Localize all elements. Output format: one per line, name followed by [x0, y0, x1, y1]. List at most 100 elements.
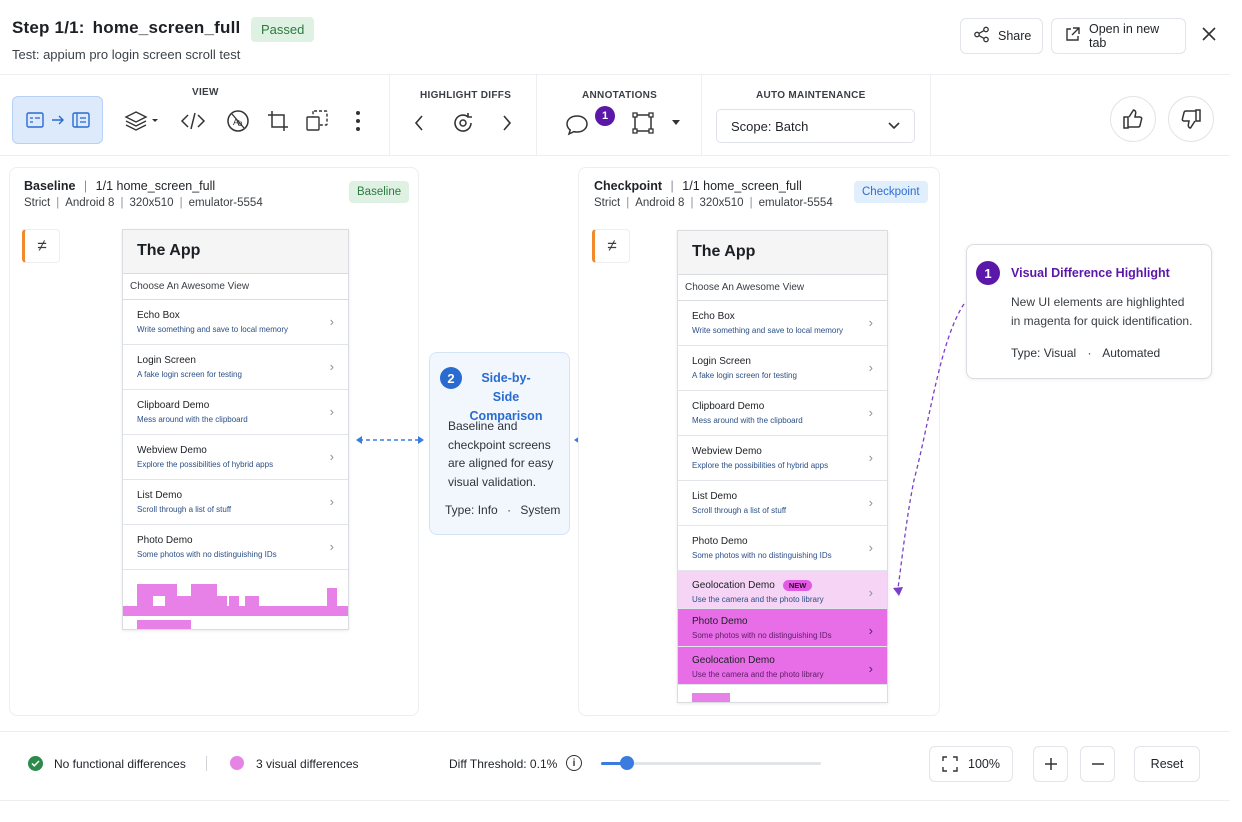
list-item-subtitle: Mess around with the clipboard	[692, 416, 803, 425]
more-vertical-icon	[356, 111, 360, 131]
checkpoint-meta: Strict | Android 8 | 320x510 | emulator-5554	[594, 197, 833, 209]
app-title: The App	[123, 230, 348, 274]
meta-device: emulator-5554	[188, 197, 263, 209]
app-title: The App	[678, 231, 887, 275]
zoom-in-button[interactable]	[1033, 746, 1068, 782]
share-icon	[973, 26, 990, 46]
previous-diff-button[interactable]	[405, 109, 433, 137]
zoom-fit-button[interactable]: 100%	[929, 746, 1013, 782]
list-item-title: Webview Demo	[692, 446, 762, 457]
chevron-left-icon	[414, 115, 423, 131]
baseline-path: 1/1 home_screen_full	[95, 179, 216, 193]
not-equal-indicator[interactable]: ≠	[592, 229, 630, 263]
list-item: Photo Demo Some photos with no distinguis…	[678, 526, 887, 571]
diff-region	[229, 596, 239, 606]
text-diff-button[interactable]: Ab	[224, 107, 252, 135]
thumbs-down-icon	[1181, 109, 1201, 129]
chevron-right-icon: ›	[868, 450, 873, 465]
thumbs-down-button[interactable]	[1168, 96, 1214, 142]
layers-dropdown-button[interactable]	[122, 107, 162, 135]
list-item-title: Clipboard Demo	[692, 401, 765, 412]
type-source: Automated	[1102, 346, 1161, 360]
callout-body: Baseline and checkpoint screens are alig…	[448, 417, 553, 491]
app-subtitle: Choose An Awesome View	[123, 274, 348, 300]
toolbar-divider	[389, 74, 390, 156]
list-item-subtitle: Use the camera and the photo library	[692, 670, 824, 679]
open-new-tab-label: Open in new tab	[1089, 22, 1160, 50]
type-label: Type:	[445, 503, 475, 517]
scope-select[interactable]: Scope: Batch	[716, 109, 915, 143]
reset-button[interactable]: Reset	[1134, 746, 1200, 782]
diff-region	[123, 606, 348, 616]
not-equal-icon: ≠	[37, 236, 47, 255]
footer-divider	[206, 756, 207, 771]
more-options-button[interactable]	[344, 107, 372, 135]
list-item-subtitle: Explore the possibilities of hybrid apps	[137, 460, 274, 469]
arrow-right-icon	[51, 115, 64, 125]
view-section-label: VIEW	[192, 87, 219, 98]
list-item-subtitle: Write something and save to local memory	[137, 325, 289, 334]
external-link-icon	[1064, 26, 1081, 46]
diff-region	[137, 620, 191, 629]
threshold-slider[interactable]	[601, 756, 821, 770]
annotation-body-line: in magenta for quick identification.	[1011, 314, 1193, 328]
visual-diff-dot-icon	[230, 756, 244, 770]
comment-button[interactable]	[563, 111, 591, 139]
callout-title-line: Side-by-Side	[481, 371, 531, 404]
baseline-header: Baseline | 1/1 home_screen_full	[24, 179, 216, 193]
not-equal-icon: ≠	[607, 236, 617, 255]
checkpoint-tag: Checkpoint	[854, 181, 928, 203]
chevron-right-icon: ›	[329, 314, 334, 329]
not-equal-indicator[interactable]: ≠	[22, 229, 60, 263]
chevron-right-icon: ›	[868, 585, 873, 600]
region-select-button[interactable]	[303, 107, 331, 135]
list-item-title: List Demo	[137, 490, 183, 501]
annotations-label: ANNOTATIONS	[582, 90, 658, 101]
share-button[interactable]: Share	[960, 18, 1043, 54]
list-item-new: Geolocation Demo NEW Use the camera and th…	[678, 571, 887, 609]
annotation-dropdown-button[interactable]	[663, 109, 689, 137]
open-new-tab-button[interactable]: Open in new tab	[1051, 18, 1186, 54]
list-item-subtitle: Scroll through a list of stuff	[692, 506, 787, 515]
chevron-right-icon: ›	[868, 405, 873, 420]
crop-button[interactable]	[264, 107, 292, 135]
info-icon[interactable]: i	[566, 755, 582, 771]
highlight-toggle-button[interactable]	[449, 109, 477, 137]
diff-threshold-label: Diff Threshold: 0.1%	[449, 757, 558, 771]
list-item: Webview Demo Explore the possibilities of…	[678, 436, 887, 481]
list-item-title: Webview Demo	[137, 445, 207, 456]
reset-label: Reset	[1150, 757, 1184, 771]
zoom-out-button[interactable]	[1080, 746, 1115, 782]
scope-value: Scope: Batch	[731, 118, 809, 134]
list-item-title: Photo Demo	[137, 535, 193, 546]
list-item-diff: Geolocation Demo Use the camera and the p…	[678, 647, 887, 685]
chevron-right-icon: ›	[329, 539, 334, 554]
list-item: Photo Demo Some photos with no distinguis…	[123, 525, 348, 570]
region-annotation-button[interactable]	[629, 109, 657, 137]
callout-body-line: are aligned for easy	[448, 456, 554, 470]
meta-viewport: 320x510	[699, 197, 744, 209]
functional-status: No functional differences	[54, 757, 186, 771]
side-by-side-view-toggle[interactable]	[12, 96, 103, 144]
type-value: Info	[477, 503, 498, 517]
list-item: Clipboard Demo Mess around with the clipb…	[123, 390, 348, 435]
list-item-title: Login Screen	[137, 355, 196, 366]
baseline-view-icon	[25, 112, 44, 128]
list-item-title: Photo Demo	[692, 616, 748, 627]
list-item-subtitle: Explore the possibilities of hybrid apps	[692, 461, 829, 470]
callout-number: 2	[440, 367, 462, 389]
chevron-right-icon: ›	[868, 540, 873, 555]
meta-match-level: Strict	[24, 197, 51, 209]
list-item-title: Clipboard Demo	[137, 400, 210, 411]
compare-arrow-left	[356, 436, 424, 444]
meta-os: Android 8	[635, 197, 685, 209]
thumbs-up-button[interactable]	[1110, 96, 1156, 142]
test-name: Test: appium pro login screen scroll tes…	[12, 47, 241, 62]
text-compare-icon: Ab	[227, 110, 249, 132]
next-diff-button[interactable]	[493, 109, 521, 137]
close-button[interactable]	[1197, 24, 1221, 48]
code-view-button[interactable]	[179, 107, 207, 135]
callout-body-line: Baseline and	[448, 419, 518, 433]
callout-body-line: visual validation.	[448, 474, 537, 489]
baseline-screenshot: The App Choose An Awesome View Echo Box W…	[122, 229, 349, 630]
